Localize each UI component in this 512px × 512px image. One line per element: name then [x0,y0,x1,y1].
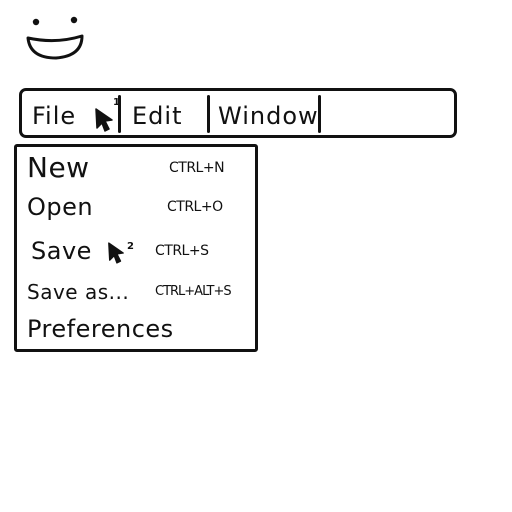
window-menu[interactable]: Window [218,103,319,129]
menu-separator [207,95,210,133]
menu-item-preferences[interactable]: Preferences [27,314,255,348]
menu-item-label: Save [31,237,92,265]
mouse-pointer-icon [95,108,113,132]
menu-separator [118,95,121,133]
window-menu-label: Window [218,102,319,130]
menu-item-shortcut: CTRL+O [167,199,223,215]
file-menu[interactable]: File [32,103,76,129]
menu-item-label: Preferences [27,315,174,343]
edit-menu[interactable]: Edit [132,103,182,129]
menu-item-label: Open [27,193,94,221]
cursor-badge: 2 [127,241,134,252]
mouse-pointer-icon [108,242,124,264]
menu-item-shortcut: CTRL+ALT+S [155,284,232,299]
menu-item-shortcut: CTRL+S [155,243,209,259]
menu-item-save[interactable]: Save 2 CTRL+S [27,236,255,270]
menu-item-label: New [27,151,90,184]
menu-item-new[interactable]: New CTRL+N [27,153,255,187]
edit-menu-label: Edit [132,102,183,130]
file-dropdown-menu: New CTRL+N Open CTRL+O Save 2 CTRL+S Sav… [14,144,258,352]
file-menu-label: File [32,102,77,130]
menu-item-label: Save as... [27,280,130,304]
smiley-face-icon [26,16,84,60]
menu-separator [318,95,321,133]
menu-item-shortcut: CTRL+N [169,160,225,176]
menu-bar: File 1 Edit Window [19,88,457,138]
menu-item-save-as[interactable]: Save as... CTRL+ALT+S [27,277,255,311]
menu-item-open[interactable]: Open CTRL+O [27,192,255,226]
